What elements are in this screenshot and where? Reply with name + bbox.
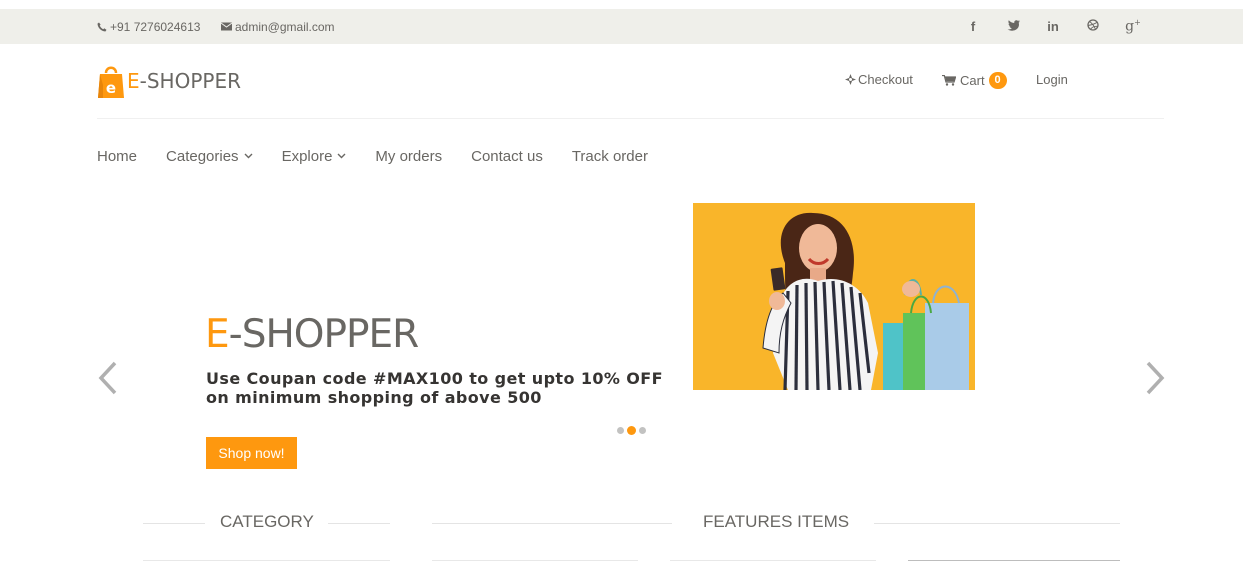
chevron-right-icon <box>1146 361 1165 395</box>
shop-now-button[interactable]: Shop now! <box>206 437 297 469</box>
contact-phone[interactable]: +91 7276024613 <box>97 9 200 44</box>
cart-link[interactable]: Cart 0 <box>942 72 1007 89</box>
chevron-down-icon <box>337 153 346 159</box>
nav-categories[interactable]: Categories <box>166 146 253 166</box>
hero-image <box>693 203 975 390</box>
category-divider-right <box>328 523 390 524</box>
features-heading: FEATURES ITEMS <box>703 512 850 531</box>
nav-categories-label: Categories <box>166 147 239 165</box>
google-plus-icon[interactable]: g+ <box>1113 18 1153 35</box>
phone-text: +91 7276024613 <box>110 19 201 34</box>
envelope-icon <box>221 22 232 31</box>
twitter-icon[interactable] <box>993 19 1033 34</box>
product-card-top <box>432 560 638 561</box>
linkedin-icon[interactable]: in <box>1033 19 1073 34</box>
slider-dot[interactable] <box>639 427 646 434</box>
nav-my-orders-label: My orders <box>375 147 443 165</box>
logo-text: E-SHOPPER <box>127 69 241 93</box>
nav-track-order[interactable]: Track order <box>572 146 648 166</box>
main-nav: Home Categories Explore My orders Contac… <box>97 146 677 166</box>
dribbble-icon[interactable] <box>1073 19 1113 34</box>
shopping-bag-icon: e <box>98 66 124 98</box>
nav-explore[interactable]: Explore <box>282 146 347 166</box>
email-text: admin@gmail.com <box>235 19 335 34</box>
nav-explore-label: Explore <box>281 147 333 165</box>
cart-label: Cart <box>960 73 985 88</box>
slider-dots <box>617 426 646 435</box>
logo-name: -SHOPPER <box>139 69 241 93</box>
header-divider <box>97 118 1164 119</box>
nav-contact-us-label: Contact us <box>471 147 543 165</box>
hero-title-rest: -SHOPPER <box>228 312 420 357</box>
contact-email[interactable]: admin@gmail.com <box>221 9 335 44</box>
category-divider-left <box>143 523 205 524</box>
cart-count-badge: 0 <box>988 72 1007 89</box>
nav-home-label: Home <box>97 147 138 165</box>
crosshair-icon <box>845 74 856 85</box>
site-logo[interactable]: e E-SHOPPER <box>97 63 241 99</box>
chevron-left-icon <box>98 361 117 395</box>
features-divider-left <box>432 523 672 524</box>
phone-icon <box>97 22 107 31</box>
checkout-label: Checkout <box>858 72 913 87</box>
logo-letter: E <box>127 69 140 93</box>
nav-my-orders[interactable]: My orders <box>375 146 442 166</box>
features-divider-right <box>874 523 1120 524</box>
chevron-down-icon <box>244 153 253 159</box>
hero-title: E-SHOPPER <box>205 312 420 357</box>
nav-home[interactable]: Home <box>97 146 137 166</box>
slider-dot-active[interactable] <box>627 426 636 435</box>
top-bar: +91 7276024613 admin@gmail.com f in g+ <box>0 9 1243 44</box>
social-links: f in g+ <box>953 9 1153 44</box>
slider-prev-button[interactable] <box>97 360 119 401</box>
hero-promo-text: Use Coupan code #MAX100 to get upto 10% … <box>206 369 663 407</box>
checkout-link[interactable]: Checkout <box>845 72 913 87</box>
product-card-top <box>908 560 1120 561</box>
login-label: Login <box>1036 72 1068 87</box>
category-heading: CATEGORY <box>220 512 314 531</box>
facebook-icon[interactable]: f <box>953 19 993 34</box>
product-card-top <box>670 560 876 561</box>
hero-title-letter: E <box>205 312 230 357</box>
slider-next-button[interactable] <box>1144 360 1166 401</box>
nav-track-order-label: Track order <box>571 147 648 165</box>
logo-badge-letter: e <box>106 79 116 97</box>
slider-dot[interactable] <box>617 427 624 434</box>
category-panel-top <box>143 560 390 561</box>
cart-icon <box>942 75 956 86</box>
nav-contact-us[interactable]: Contact us <box>471 146 543 166</box>
login-link[interactable]: Login <box>1036 72 1068 87</box>
